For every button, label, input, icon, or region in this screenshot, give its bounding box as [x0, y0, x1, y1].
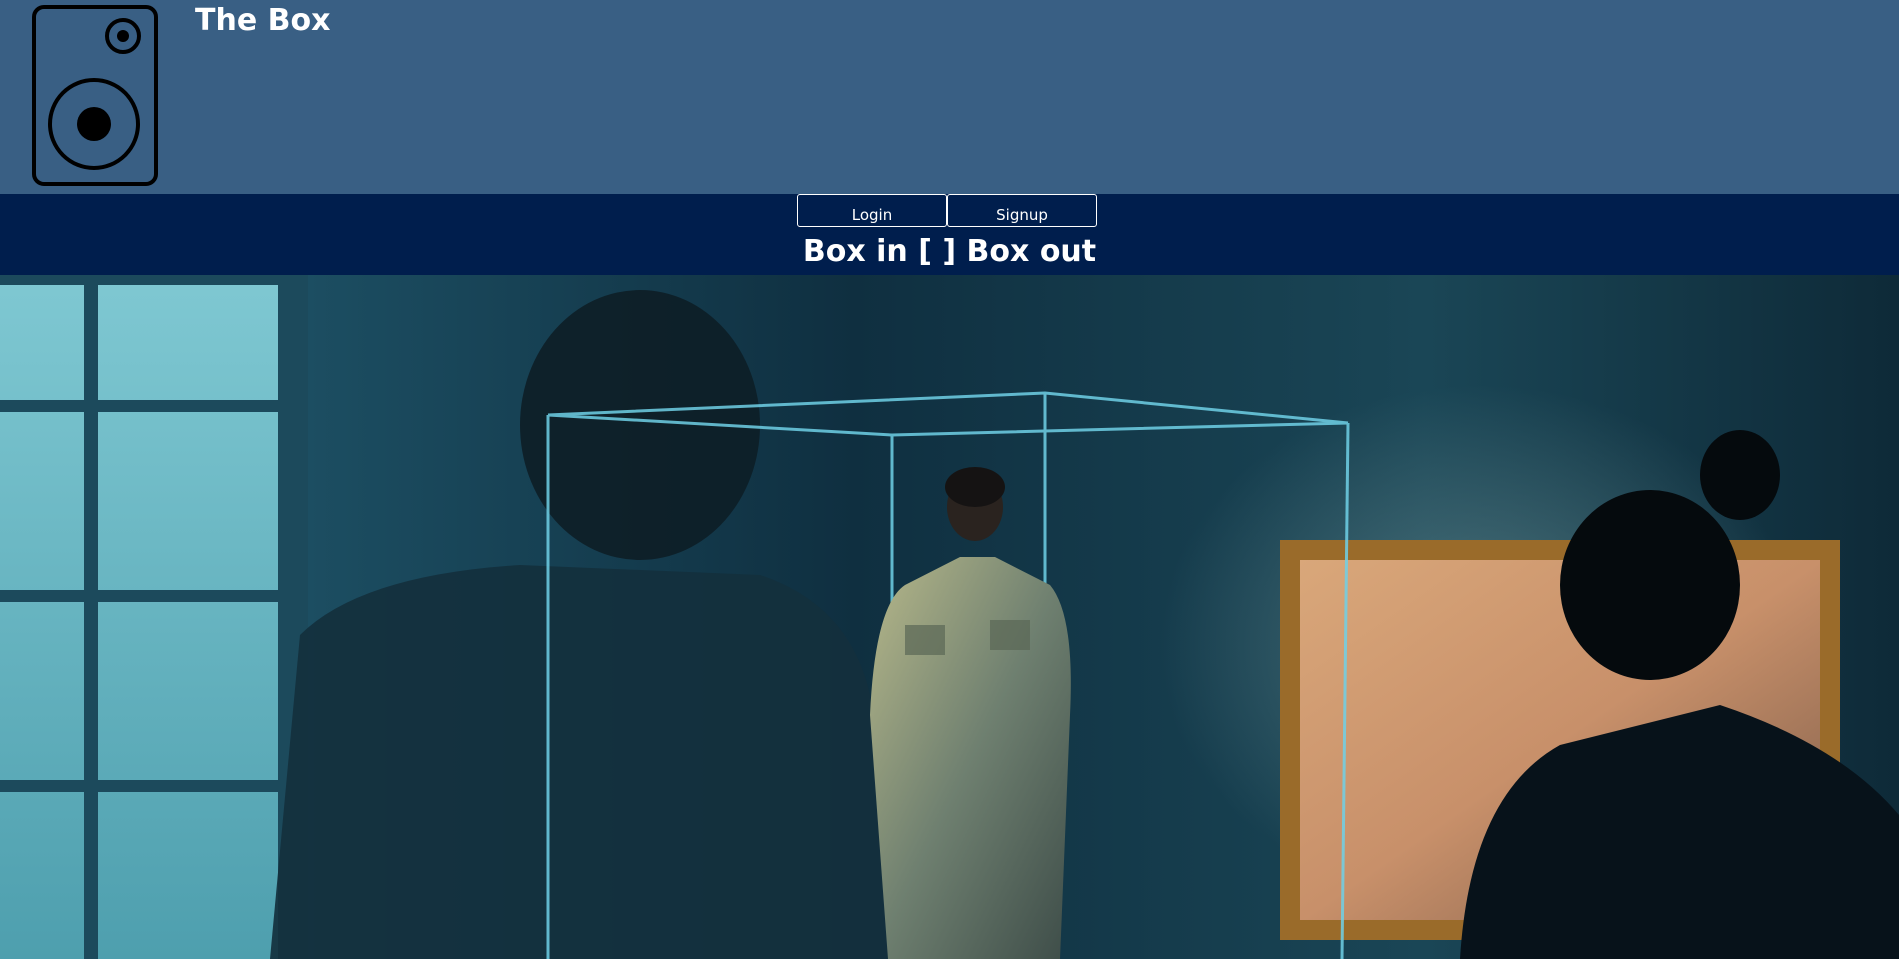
- speaker-icon: [32, 5, 158, 186]
- signup-button[interactable]: Signup: [947, 194, 1097, 227]
- site-header: The Box: [0, 0, 1899, 194]
- hero-image: [0, 275, 1899, 959]
- site-title: The Box: [195, 3, 331, 38]
- login-button[interactable]: Login: [797, 194, 947, 227]
- auth-buttons: Login Signup: [797, 194, 1097, 227]
- tagline: Box in [ ] Box out: [802, 234, 1097, 269]
- navbar: Login Signup Box in [ ] Box out: [0, 194, 1899, 275]
